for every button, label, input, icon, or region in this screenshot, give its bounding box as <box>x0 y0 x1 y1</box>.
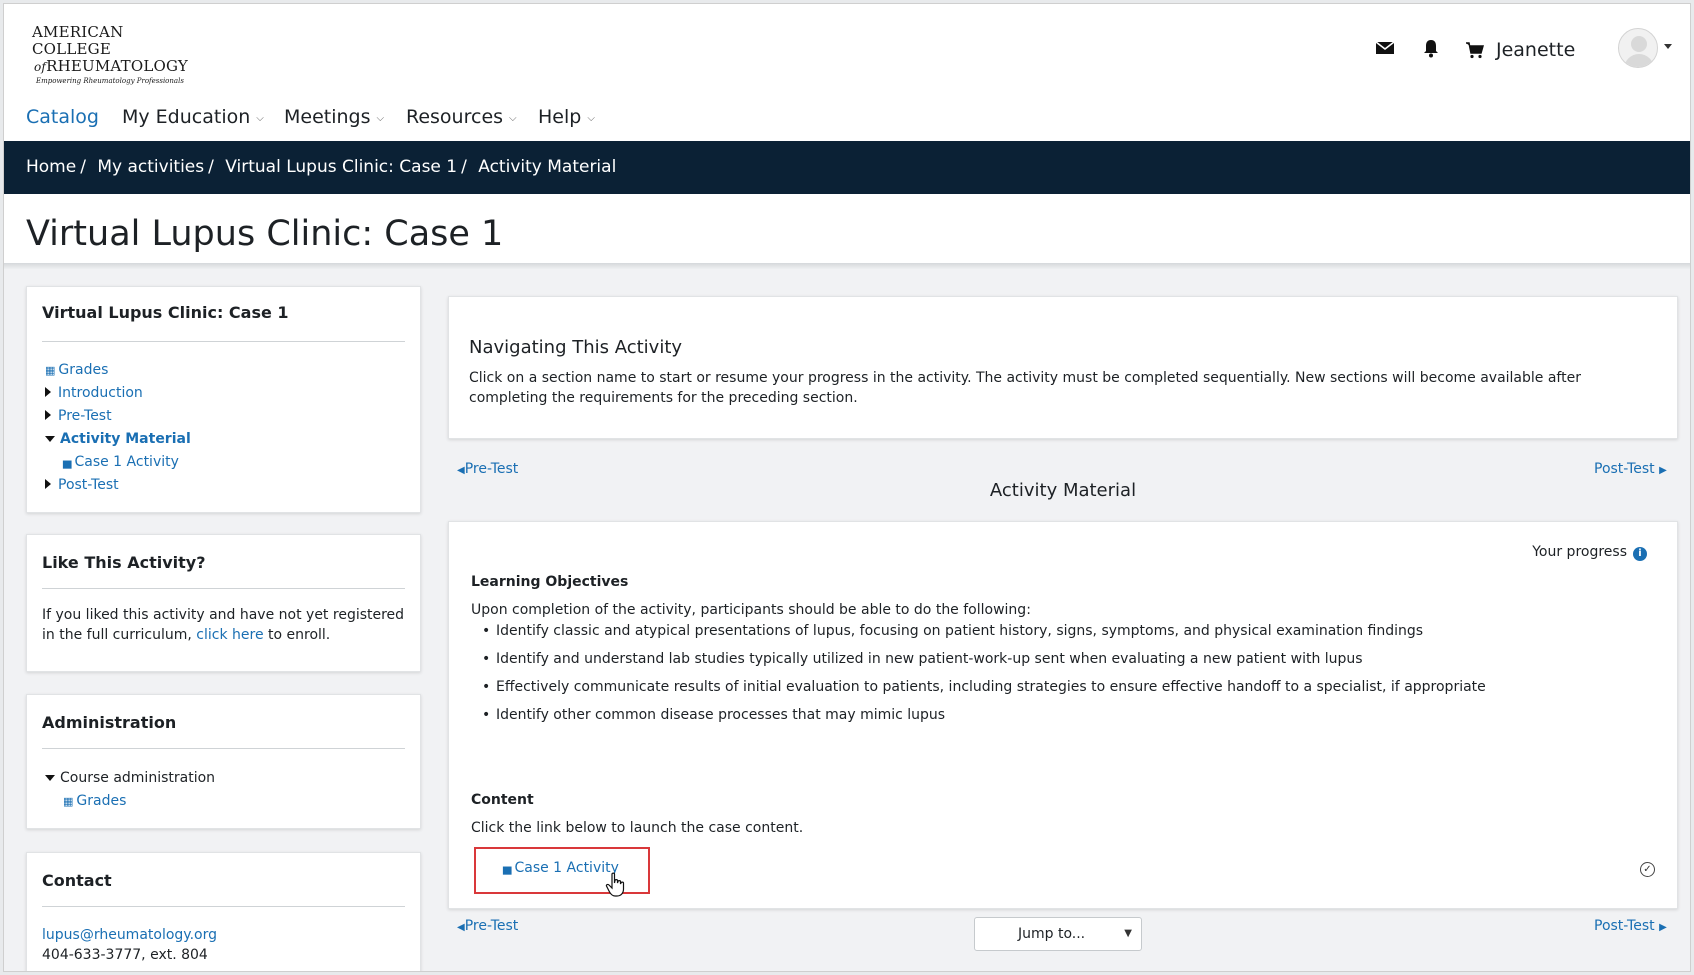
card-text: Click on a section name to start or resu… <box>469 370 1581 406</box>
tree-item-activity-material[interactable]: Activity Material <box>45 428 191 451</box>
content-heading: Content <box>471 792 534 808</box>
bell-icon[interactable] <box>1420 38 1442 60</box>
breadcrumb: Home / My activities / Virtual Lupus Clini… <box>26 157 617 177</box>
main-nav: Catalog My Education ⌵ Meetings ⌵ Resource… <box>4 92 1690 142</box>
list-item: Identify other common disease processes … <box>471 701 1486 729</box>
navigating-activity-card: Navigating This Activity Click on a sect… <box>448 296 1678 439</box>
objectives-list: Identify classic and atypical presentati… <box>471 617 1486 729</box>
breadcrumb-home[interactable]: Home <box>26 157 76 177</box>
tree-item-case-1-activity[interactable]: ▅ Case 1 Activity <box>45 451 191 474</box>
objectives-heading: Learning Objectives <box>471 574 629 590</box>
case-1-activity-link[interactable]: ▅ Case 1 Activity <box>503 860 619 876</box>
tree-item-post-test[interactable]: Post-Test <box>45 474 191 497</box>
arrow-left-icon: ◀ <box>457 922 465 933</box>
card-title: Navigating This Activity <box>469 337 683 358</box>
acr-logo[interactable]: AMERICAN COLLEGE ofRHEUMATOLOGY Empoweri… <box>32 23 192 86</box>
tree-item-grades[interactable]: ▦ Grades <box>45 359 191 382</box>
contact-block: Contact lupus@rheumatology.org 404-633-3… <box>26 852 421 971</box>
chevron-down-icon: ⌵ <box>587 113 595 124</box>
content-text: Click the link below to launch the case … <box>471 820 804 836</box>
section-title: Activity Material <box>989 480 1137 501</box>
expand-icon[interactable] <box>45 387 51 397</box>
avatar[interactable] <box>1618 28 1658 68</box>
administration-block: Administration Course administration ▦ Gr… <box>26 694 421 829</box>
course-navigation-block: Virtual Lupus Clinic: Case 1 ▦ Grades Int… <box>26 286 421 513</box>
nav-catalog[interactable]: Catalog <box>26 102 99 132</box>
nav-my-education[interactable]: My Education ⌵ <box>122 102 264 132</box>
enroll-link[interactable]: click here <box>196 627 263 643</box>
list-item: Identify classic and atypical presentati… <box>471 617 1486 645</box>
arrow-right-icon: ▶ <box>1659 465 1667 476</box>
grades-icon: ▦ <box>63 795 74 808</box>
tree-item-admin-grades[interactable]: ▦ Grades <box>45 790 215 813</box>
collapse-icon[interactable] <box>45 775 55 781</box>
user-menu-caret-icon[interactable] <box>1664 44 1672 49</box>
next-section-link[interactable]: Post-Test ▶ <box>1594 461 1667 477</box>
jump-to-select[interactable]: Jump to... ▼ <box>974 917 1142 951</box>
breadcrumb-my-activities[interactable]: My activities <box>97 157 204 177</box>
browser-page: AMERICAN COLLEGE ofRHEUMATOLOGY Empoweri… <box>3 3 1691 972</box>
next-section-link-bottom[interactable]: Post-Test ▶ <box>1594 918 1667 934</box>
info-icon[interactable]: i <box>1633 547 1647 561</box>
logo-line-1: AMERICAN COLLEGE <box>32 23 124 58</box>
briefcase-icon: ▅ <box>63 456 72 469</box>
contact-email-link[interactable]: lupus@rheumatology.org <box>42 925 405 945</box>
activity-material-card: Your progress i Learning Objectives Upon … <box>448 521 1678 909</box>
breadcrumb-course[interactable]: Virtual Lupus Clinic: Case 1 <box>225 157 457 177</box>
like-text: If you liked this activity and have not … <box>42 607 405 643</box>
chevron-down-icon: ⌵ <box>376 113 385 124</box>
list-item: Identify and understand lab studies typi… <box>471 645 1486 673</box>
chevron-down-icon: ▼ <box>1124 928 1132 939</box>
prev-section-link-bottom[interactable]: ◀Pre-Test <box>457 918 518 934</box>
breadcrumb-band: Home / My activities / Virtual Lupus Clini… <box>4 141 1690 194</box>
chevron-down-icon: ⌵ <box>256 113 264 124</box>
tree-item-course-administration[interactable]: Course administration <box>45 767 215 790</box>
user-name[interactable]: Jeanette <box>1496 39 1575 61</box>
arrow-right-icon: ▶ <box>1659 922 1667 933</box>
hand-cursor-icon <box>605 872 627 904</box>
chevron-down-icon: ⌵ <box>509 113 517 124</box>
completion-check-icon[interactable]: ✓ <box>1640 862 1655 877</box>
arrow-left-icon: ◀ <box>457 465 465 476</box>
mail-icon[interactable] <box>1374 40 1396 62</box>
logo-line-2: ofRHEUMATOLOGY <box>34 57 188 75</box>
briefcase-icon: ▅ <box>503 862 512 875</box>
grades-icon: ▦ <box>45 364 56 377</box>
tree-item-introduction[interactable]: Introduction <box>45 382 191 405</box>
block-title: Contact <box>42 871 112 890</box>
page-title: Virtual Lupus Clinic: Case 1 <box>26 214 504 254</box>
list-item: Effectively communicate results of initi… <box>471 673 1486 701</box>
nav-meetings[interactable]: Meetings ⌵ <box>284 102 384 132</box>
contact-phone: 404-633-3777, ext. 804 <box>42 947 208 963</box>
prev-section-link[interactable]: ◀Pre-Test <box>457 461 518 477</box>
expand-icon[interactable] <box>45 479 51 489</box>
progress-label: Your progress i <box>1532 544 1647 561</box>
breadcrumb-current: Activity Material <box>478 157 617 177</box>
expand-icon[interactable] <box>45 410 51 420</box>
objectives-intro: Upon completion of the activity, partici… <box>471 602 1031 618</box>
course-tree: ▦ Grades Introduction Pre-Test Activity M… <box>45 359 191 497</box>
nav-resources[interactable]: Resources ⌵ <box>406 102 517 132</box>
logo-tagline: Empowering Rheumatology Professionals <box>36 77 184 85</box>
block-title: Virtual Lupus Clinic: Case 1 <box>42 303 289 322</box>
cart-icon[interactable] <box>1464 41 1486 63</box>
nav-help[interactable]: Help ⌵ <box>538 102 595 132</box>
block-title: Administration <box>42 713 177 732</box>
admin-tree: Course administration ▦ Grades <box>45 767 215 813</box>
collapse-icon[interactable] <box>45 436 55 442</box>
tree-item-pre-test[interactable]: Pre-Test <box>45 405 191 428</box>
like-activity-block: Like This Activity? If you liked this ac… <box>26 534 421 672</box>
top-bar: AMERICAN COLLEGE ofRHEUMATOLOGY Empoweri… <box>4 4 1690 92</box>
block-title: Like This Activity? <box>42 553 206 572</box>
